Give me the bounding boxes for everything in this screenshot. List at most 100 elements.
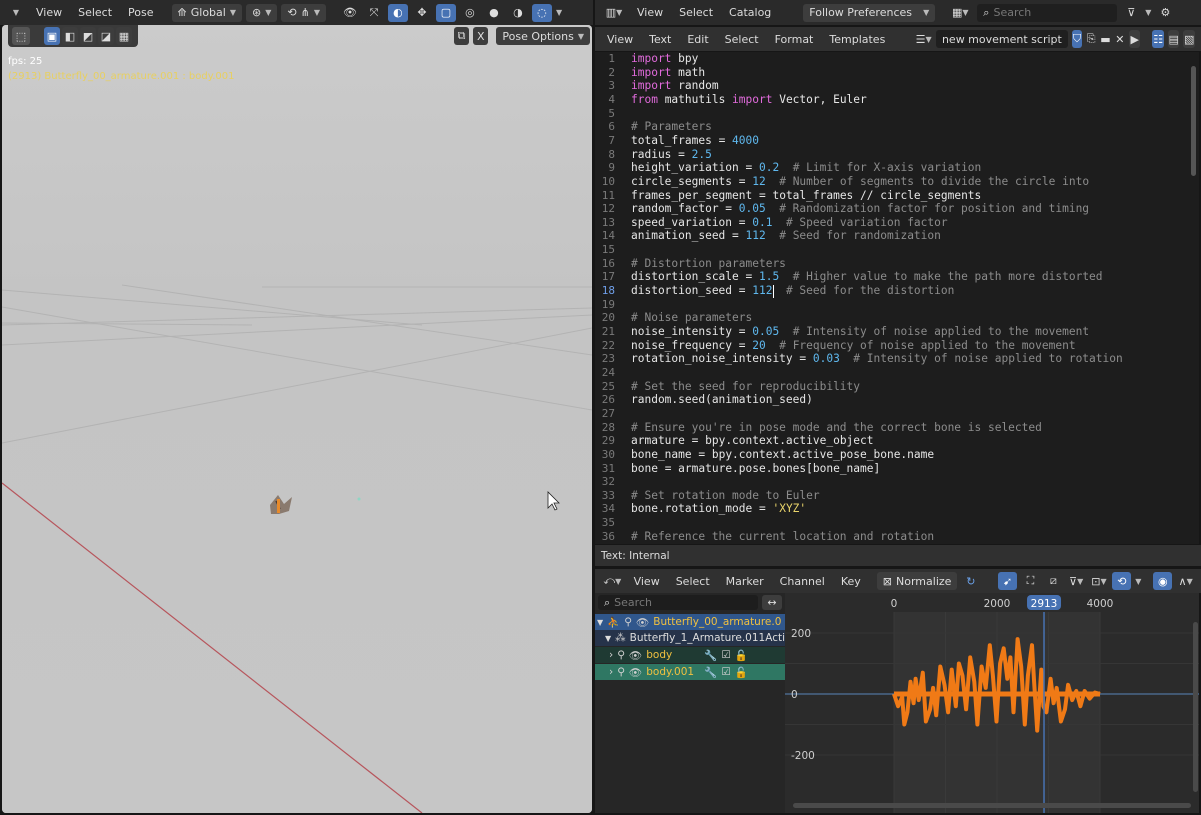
checkbox-icon[interactable]: ☑ — [721, 666, 730, 678]
pin-icon[interactable]: ⚲ — [624, 616, 632, 628]
line-numbers-icon[interactable]: ☷ — [1152, 30, 1164, 48]
code-line[interactable]: # Set the seed for reproducibility — [631, 380, 860, 393]
shield-icon[interactable]: ⛉ — [1071, 30, 1083, 48]
text-menu-templates[interactable]: Templates — [823, 31, 891, 48]
code-line[interactable]: height_variation = 0.2 # Limit for X-axi… — [631, 161, 981, 174]
falloff-icon[interactable]: ∧ ▼ — [1176, 572, 1195, 590]
code-line[interactable]: rotation_noise_intensity = 0.03 # Intens… — [631, 352, 1123, 365]
frame-ruler[interactable]: 0 2000 4000 2913 — [785, 593, 1199, 612]
chevron-down-icon[interactable]: ▼ — [597, 618, 603, 627]
gear-icon[interactable]: ⚙ — [1155, 4, 1175, 22]
3d-viewport[interactable]: ⬚ ▣ ◧ ◩ ◪ ▦ ⧉ X Pose Options ▼ fps: 25 (… — [2, 25, 592, 813]
filter-icon[interactable]: ⊽ — [1121, 4, 1141, 22]
graph-menu-view[interactable]: View — [628, 573, 666, 590]
pivot-icon[interactable]: ⊡ ▼ — [1090, 572, 1109, 590]
code-line[interactable]: radius = 2.5 — [631, 148, 712, 161]
pose-options-dropdown[interactable]: Pose Options ▼ — [496, 27, 590, 45]
graph-menu-marker[interactable]: Marker — [720, 573, 770, 590]
shading-solid-icon[interactable]: ● — [484, 4, 504, 22]
code-line[interactable]: from mathutils import Vector, Euler — [631, 93, 867, 106]
code-line[interactable]: random_factor = 0.05 # Randomization fac… — [631, 202, 1089, 215]
x-mirror-toggle[interactable]: X — [473, 27, 489, 45]
display-mode-icon[interactable]: ▦ ▼ — [947, 4, 973, 22]
lock-icon[interactable]: 🔓 — [735, 666, 748, 679]
code-line[interactable]: noise_intensity = 0.05 # Intensity of no… — [631, 325, 1089, 338]
auto-normalize-icon[interactable]: ↻ — [961, 572, 980, 590]
normalize-toggle[interactable]: ⊠ Normalize — [876, 572, 958, 590]
code-line[interactable]: distortion_scale = 1.5 # Higher value to… — [631, 270, 1103, 283]
chevron-down-icon[interactable]: ▼ — [605, 634, 611, 643]
pin-icon[interactable]: ⚲ — [617, 666, 625, 678]
graph-editor-canvas[interactable]: 200 0 -200 — [785, 612, 1199, 813]
mode-subtract-icon[interactable]: ◩ — [80, 27, 96, 45]
text-menu-view[interactable]: View — [601, 31, 639, 48]
channel-row-body-001[interactable]: › ⚲ 👁 body.001 🔧 ☑ 🔓 — [595, 664, 785, 680]
snap-dropdown[interactable]: ⟲ ⋔ ▼ — [281, 3, 326, 22]
top-menu-select[interactable]: Select — [673, 4, 719, 21]
wrench-icon[interactable]: 🔧 — [704, 649, 717, 662]
mode-extend-icon[interactable]: ◧ — [62, 27, 78, 45]
channel-search-input[interactable]: ⌕ Search — [598, 595, 758, 610]
snap-icon[interactable]: ⟲ — [1112, 572, 1132, 590]
text-browse-icon[interactable]: ☰ ▼ — [915, 30, 932, 48]
graph-menu-key[interactable]: Key — [835, 573, 867, 590]
code-line[interactable]: speed_variation = 0.1 # Speed variation … — [631, 216, 948, 229]
new-text-icon[interactable]: ⎘ — [1086, 30, 1096, 48]
text-menu-format[interactable]: Format — [769, 31, 820, 48]
code-line[interactable]: distortion_seed = 112 # Seed for the dis… — [631, 284, 954, 297]
code-line[interactable]: # Parameters — [631, 120, 712, 133]
viewport-menu-pose[interactable]: Pose — [122, 4, 159, 21]
xray-icon[interactable]: ✥ — [412, 4, 432, 22]
viewport-menu-select[interactable]: Select — [72, 4, 118, 21]
show-hidden-icon[interactable]: ⛶ — [1021, 572, 1040, 590]
chevron-down-icon[interactable]: ▼ — [1145, 8, 1151, 17]
graph-menu-channel[interactable]: Channel — [774, 573, 831, 590]
gizmo-icon[interactable]: ⤧ — [364, 4, 384, 22]
pin-icon[interactable]: ⚲ — [617, 649, 625, 661]
editor-type-dropdown[interactable]: ▼ — [6, 4, 26, 22]
code-line[interactable]: bone.rotation_mode = 'XYZ' — [631, 502, 806, 515]
code-line[interactable]: noise_frequency = 20 # Frequency of nois… — [631, 339, 1076, 352]
mode-new-icon[interactable]: ▣ — [44, 27, 60, 45]
fcurve-icon[interactable]: ⧄ — [1044, 572, 1063, 590]
eye-icon[interactable]: 👁 — [636, 616, 649, 629]
transform-orientation-dropdown[interactable]: ⟰ Global ▼ — [171, 3, 242, 22]
editor-type-icon[interactable]: ▥ ▼ — [601, 4, 627, 22]
code-line[interactable]: bone = armature.pose.bones[bone_name] — [631, 462, 880, 475]
folder-icon[interactable]: ▬ — [1100, 30, 1110, 48]
shading-rendered-icon[interactable]: ◌ — [531, 3, 552, 22]
chevron-right-icon[interactable]: › — [609, 649, 613, 661]
chevron-down-icon[interactable]: ▼ — [1135, 577, 1141, 586]
overlay-icon[interactable]: ◐ — [387, 3, 408, 22]
channel-row-object[interactable]: ▼ ⛹ ⚲ 👁 Butterfly_00_armature.0 — [595, 614, 785, 630]
eye-icon[interactable]: 👁 — [629, 666, 642, 679]
graph-menu-select[interactable]: Select — [670, 573, 716, 590]
code-line[interactable]: # Distortion parameters — [631, 257, 786, 270]
top-menu-view[interactable]: View — [631, 4, 669, 21]
code-line[interactable]: import bpy — [631, 52, 698, 65]
asset-search-input[interactable]: ⌕ Search — [977, 3, 1118, 22]
transform-affect-icon[interactable]: ⧉ — [454, 27, 470, 45]
visibility-dropdown[interactable]: 👁 — [340, 4, 360, 22]
pivot-point-dropdown[interactable]: ⊛ ▼ — [246, 3, 278, 22]
script-name-field[interactable]: new movement script — [935, 30, 1068, 48]
chevron-right-icon[interactable]: › — [609, 666, 613, 678]
code-line[interactable]: random.seed(animation_seed) — [631, 393, 813, 406]
proportional-edit-icon[interactable]: ◉ — [1153, 572, 1173, 590]
code-line[interactable]: import math — [631, 66, 705, 79]
text-editor[interactable]: 1 2 3 4 5 6 7 8 9 10 11 12 13 14 15 16 17 18 19 20 21 22 23 24 2… — [595, 52, 1199, 544]
text-menu-edit[interactable]: Edit — [681, 31, 714, 48]
swap-arrows-icon[interactable]: ↔ — [762, 595, 782, 610]
wireframe-toggle-icon[interactable]: ▢ — [435, 3, 456, 22]
select-box-tool-icon[interactable]: ⬚ — [12, 27, 30, 45]
wrench-icon[interactable]: 🔧 — [704, 666, 717, 679]
shading-wire-icon[interactable]: ◎ — [460, 4, 480, 22]
mode-difference-icon[interactable]: ◪ — [98, 27, 114, 45]
filter-icon[interactable]: ⊽ ▼ — [1067, 572, 1086, 590]
code-line[interactable]: armature = bpy.context.active_object — [631, 434, 874, 447]
lock-icon[interactable]: 🔓 — [735, 649, 748, 662]
graph-editor-type-icon[interactable]: ⤺ ▼ — [601, 572, 624, 590]
follow-preferences-dropdown[interactable]: Follow Preferences ▼ — [803, 3, 936, 22]
editor-scrollbar[interactable] — [1191, 66, 1196, 176]
channel-row-action[interactable]: ▼ ⁂ Butterfly_1_Armature.011Acti — [595, 630, 785, 646]
